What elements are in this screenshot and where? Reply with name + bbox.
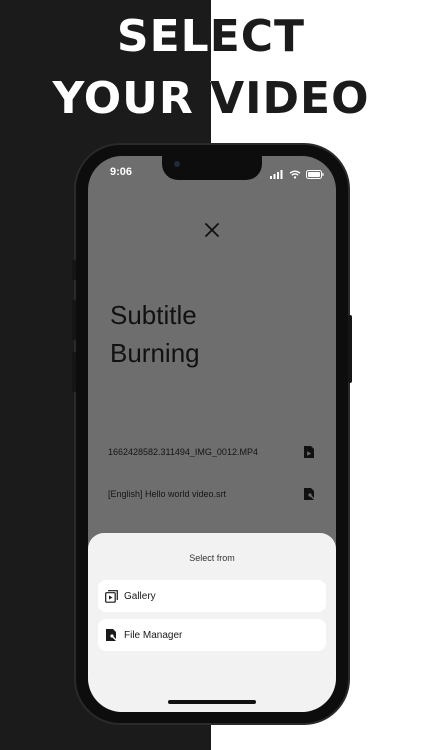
power-button [348, 315, 352, 383]
wifi-icon [289, 166, 301, 184]
notch [162, 156, 262, 180]
battery-icon [306, 166, 324, 184]
select-from-sheet: Select from Gallery File Manager [88, 533, 336, 712]
headline: SELECT YOUR VIDEO SELECT YOUR VIDEO [0, 0, 422, 140]
subtitle-file-icon[interactable] [302, 486, 316, 502]
file-manager-option[interactable]: File Manager [98, 619, 326, 651]
video-file-name: 1662428582.311494_IMG_0012.MP4 [108, 447, 258, 457]
title-line-1: Subtitle [110, 300, 197, 330]
selected-subtitle-file-row[interactable]: [English] Hello world video.srt [108, 483, 316, 505]
page-title: Subtitle Burning [110, 296, 200, 372]
home-indicator [168, 700, 256, 704]
volume-up-button [72, 300, 76, 340]
gallery-option[interactable]: Gallery [98, 580, 326, 612]
close-button[interactable] [200, 218, 224, 242]
video-file-icon[interactable] [302, 444, 316, 460]
subtitle-file-name: [English] Hello world video.srt [108, 489, 227, 499]
silent-switch [72, 260, 76, 280]
phone-screen: 9:06 Subtitle Burning 1662428582.311494_… [88, 156, 336, 712]
close-icon [205, 223, 219, 237]
camera-icon [174, 161, 180, 167]
sheet-title: Select from [189, 553, 235, 563]
file-manager-icon [104, 628, 118, 642]
selected-video-file-row[interactable]: 1662428582.311494_IMG_0012.MP4 [108, 441, 316, 463]
signal-icon [270, 166, 284, 184]
volume-down-button [72, 352, 76, 392]
gallery-option-label: Gallery [124, 590, 156, 602]
gallery-icon [104, 589, 118, 603]
title-line-2: Burning [110, 338, 200, 368]
status-time: 9:06 [110, 166, 133, 178]
status-icons [270, 166, 324, 184]
file-manager-option-label: File Manager [124, 629, 183, 641]
